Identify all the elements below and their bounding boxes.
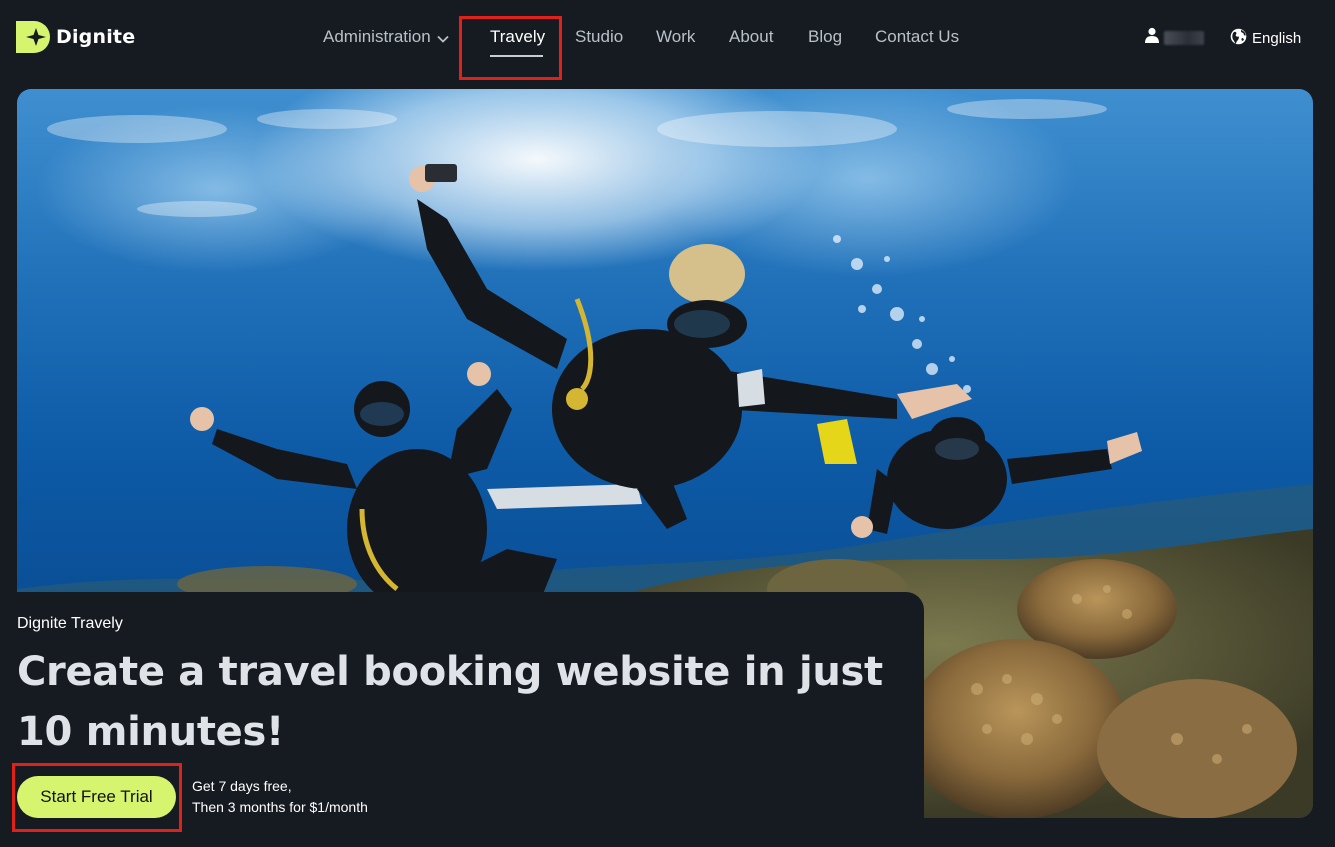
globe-icon xyxy=(1230,28,1247,49)
hero-title: Create a travel booking website in just … xyxy=(17,649,883,755)
nav-item-about[interactable]: About xyxy=(729,26,773,48)
nav-item-studio[interactable]: Studio xyxy=(575,26,623,48)
user-icon xyxy=(1144,27,1160,48)
hero-subtitle: Dignite Travely xyxy=(17,615,123,632)
chevron-down-icon xyxy=(437,27,449,49)
highlight-box-travely xyxy=(459,16,562,80)
trial-note-line-2: Then 3 months for $1/month xyxy=(192,799,368,815)
nav-item-label: About xyxy=(729,27,774,46)
nav-item-contact-us[interactable]: Contact Us xyxy=(875,26,959,48)
nav-item-label: Work xyxy=(656,27,696,46)
nav-item-label: Studio xyxy=(575,27,624,46)
nav-item-label: Blog xyxy=(808,27,843,46)
username-redacted xyxy=(1164,30,1204,45)
nav-item-blog[interactable]: Blog xyxy=(808,26,842,48)
main-nav: Administration Travely Studio Work About… xyxy=(0,0,1335,76)
nav-item-label: Contact Us xyxy=(875,27,960,46)
trial-note: Get 7 days free, Then 3 months for $1/mo… xyxy=(192,776,368,818)
language-label: English xyxy=(1252,30,1302,47)
highlight-box-cta xyxy=(12,763,182,832)
language-selector[interactable]: English xyxy=(1230,28,1301,49)
nav-item-label: Administration xyxy=(323,27,431,46)
nav-item-work[interactable]: Work xyxy=(656,26,695,48)
user-menu[interactable] xyxy=(1144,27,1204,48)
nav-item-administration[interactable]: Administration xyxy=(323,26,449,49)
trial-note-line-1: Get 7 days free, xyxy=(192,778,292,794)
